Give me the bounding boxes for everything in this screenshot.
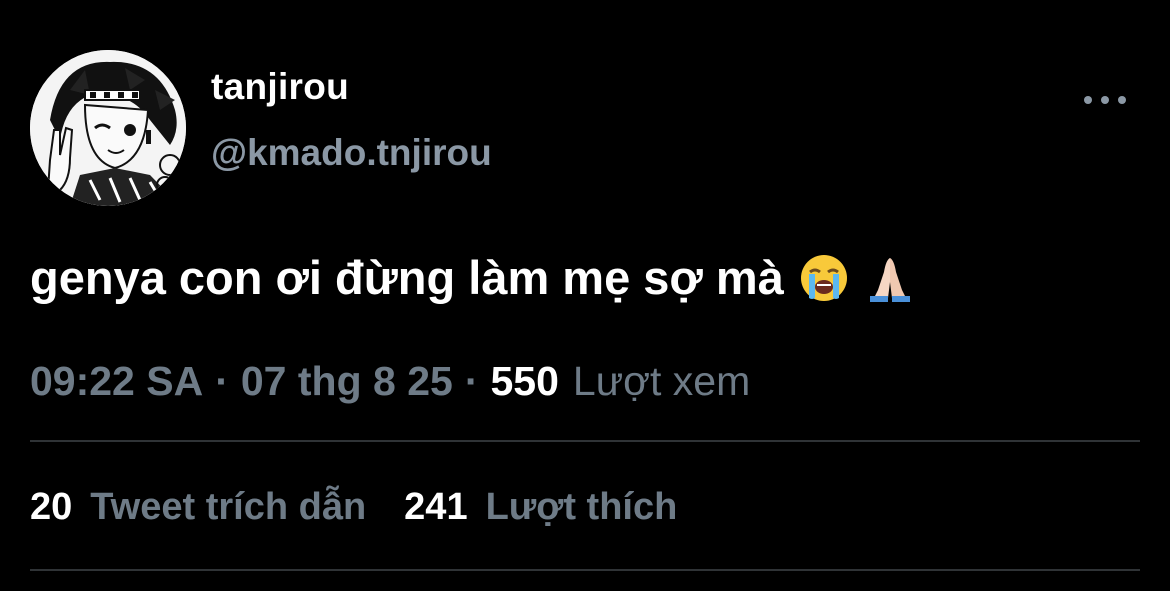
likes-stat[interactable]: 241 Lượt thích <box>404 486 677 529</box>
tweet-meta: 09:22 SA · 07 thg 8 25 · 550 Lượt xem <box>30 358 750 405</box>
likes-label: Lượt thích <box>485 486 678 528</box>
more-dot <box>1118 96 1126 104</box>
separator-dot: · <box>464 358 479 404</box>
quote-tweets-stat[interactable]: 20 Tweet trích dẫn <box>30 486 366 529</box>
more-options-button[interactable] <box>1084 88 1126 112</box>
tweet-time[interactable]: 09:22 SA <box>30 358 203 405</box>
user-handle[interactable]: @kmado.tnjirou <box>211 132 492 174</box>
separator-dot: · <box>215 358 229 404</box>
likes-count: 241 <box>404 486 468 528</box>
views-label[interactable]: Lượt xem <box>573 358 750 405</box>
engagement-stats: 20 Tweet trích dẫn 241 Lượt thích <box>30 486 677 529</box>
anime-avatar-icon <box>30 50 186 206</box>
tweet-text: genya con ơi đừng làm mẹ sợ mà <box>30 250 916 305</box>
more-dot <box>1101 96 1109 104</box>
tweet-date[interactable]: 07 thg 8 25 <box>241 358 453 405</box>
quote-tweets-count: 20 <box>30 486 73 528</box>
display-name[interactable]: tanjirou <box>211 66 349 108</box>
tweet-body: genya con ơi đừng làm mẹ sợ mà <box>30 251 784 304</box>
quote-tweets-label: Tweet trích dẫn <box>90 486 367 528</box>
divider <box>30 440 1140 442</box>
more-horizontal-icon <box>1084 96 1092 104</box>
loudly-crying-face-emoji-icon <box>798 252 850 304</box>
views-count[interactable]: 550 <box>490 358 558 405</box>
divider <box>30 569 1140 571</box>
folded-hands-emoji-icon <box>864 252 916 304</box>
avatar[interactable] <box>30 50 186 206</box>
